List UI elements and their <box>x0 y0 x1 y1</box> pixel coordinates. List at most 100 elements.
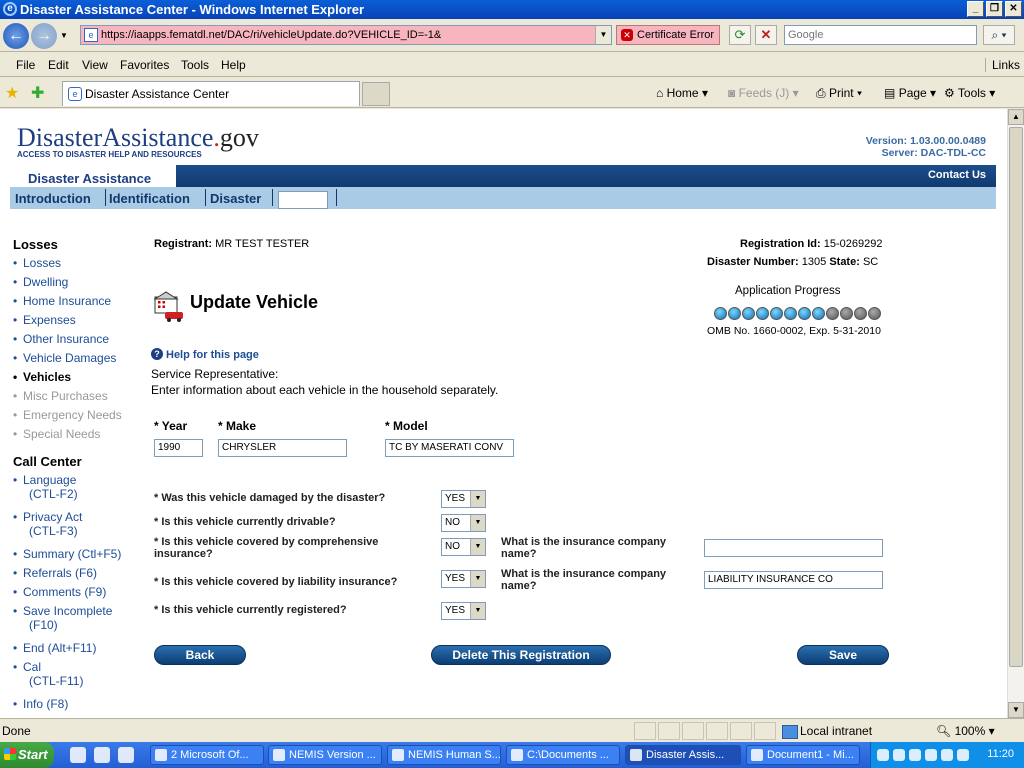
site-logo[interactable]: DisasterAssistance.gov <box>17 123 259 153</box>
menu-view[interactable]: View <box>82 58 108 72</box>
refresh-icon[interactable]: ⟳ <box>729 25 751 45</box>
add-favorite-icon[interactable]: ✚ <box>31 83 44 103</box>
feeds-button[interactable]: ◙ Feeds (J) ▾ <box>728 86 799 100</box>
comprehensive-select[interactable]: NO ▼ <box>441 538 486 556</box>
sidebar-item-losses[interactable]: Losses <box>13 256 143 275</box>
address-dropdown-icon[interactable]: ▼ <box>595 26 611 44</box>
menu-favorites[interactable]: Favorites <box>120 58 169 72</box>
tab-losses[interactable]: Losses <box>278 191 328 209</box>
tray-icon[interactable] <box>925 749 937 761</box>
search-input[interactable]: Google <box>784 25 977 45</box>
sidebar-item-other-insurance[interactable]: Other Insurance <box>13 332 143 351</box>
zoom-button[interactable]: 🔍︎ 100% ▾ <box>936 724 995 738</box>
history-dropdown-icon[interactable]: ▼ <box>60 31 68 40</box>
make-input[interactable]: CHRYSLER <box>218 439 347 457</box>
sidebar-item-expenses[interactable]: Expenses <box>13 313 143 332</box>
progress-label: Application Progress <box>735 285 841 297</box>
taskbar-item-documents[interactable]: C:\Documents ... <box>506 745 620 765</box>
scroll-up-icon[interactable]: ▲ <box>1008 109 1024 125</box>
tab-identification[interactable]: Identification <box>109 191 190 206</box>
new-tab-button[interactable] <box>362 82 390 106</box>
back-button[interactable]: Back <box>154 645 246 665</box>
close-icon[interactable]: ✕ <box>1005 1 1022 17</box>
search-icon[interactable]: ⌕ ▾ <box>983 25 1015 45</box>
save-button[interactable]: Save <box>797 645 889 665</box>
browser-tab[interactable]: e Disaster Assistance Center <box>62 81 360 106</box>
progress-dot <box>742 307 755 320</box>
tab-introduction[interactable]: Introduction <box>15 191 91 206</box>
home-button[interactable]: ⌂ Home ▾ <box>656 86 708 100</box>
menu-tools[interactable]: Tools <box>181 58 209 72</box>
taskbar-item-office[interactable]: 2 Microsoft Of... <box>150 745 264 765</box>
tab-separator <box>105 189 106 206</box>
model-input[interactable]: TC BY MASERATI CONV <box>385 439 514 457</box>
tray-icon[interactable] <box>877 749 889 761</box>
sidebar-item-vehicle-damages[interactable]: Vehicle Damages <box>13 351 143 370</box>
ie-quick-launch-icon[interactable] <box>94 747 110 763</box>
call-center-item-cal[interactable]: Cal(CTL-F11) <box>13 660 143 697</box>
delete-registration-button[interactable]: Delete This Registration <box>431 645 611 665</box>
sidebar-item-home-insurance[interactable]: Home Insurance <box>13 294 143 313</box>
stop-icon[interactable]: ✕ <box>755 25 777 45</box>
restore-icon[interactable]: ❐ <box>986 1 1003 17</box>
status-cell <box>634 722 656 740</box>
forward-arrow-icon[interactable]: → <box>31 23 57 49</box>
drivable-select[interactable]: NO ▼ <box>441 514 486 532</box>
page-menu-button[interactable]: ▤ Page ▾ <box>884 86 936 100</box>
insurance-name-input-1[interactable] <box>704 539 883 557</box>
call-center-item-end-alt-f11[interactable]: End (Alt+F11) <box>13 641 143 660</box>
liability-select[interactable]: YES ▼ <box>441 570 486 588</box>
help-icon[interactable]: ? <box>151 348 163 360</box>
app-icon <box>155 749 167 761</box>
tray-icon[interactable] <box>941 749 953 761</box>
registered-select[interactable]: YES ▼ <box>441 602 486 620</box>
insurance-name-label-1: What is the insurance company name? <box>501 536 667 560</box>
call-center-item-label: Privacy Act <box>23 510 83 524</box>
print-button[interactable]: ⎙ Print ▾ <box>816 86 862 101</box>
sidebar-item-dwelling[interactable]: Dwelling <box>13 275 143 294</box>
scroll-thumb[interactable] <box>1009 127 1023 667</box>
call-center-item-save-incomplete[interactable]: Save Incomplete(F10) <box>13 604 143 641</box>
outlook-quick-launch-icon[interactable] <box>118 747 134 763</box>
taskbar-item-document1[interactable]: Document1 - Mi... <box>746 745 860 765</box>
back-arrow-icon[interactable]: ← <box>3 23 29 49</box>
damaged-select[interactable]: YES ▼ <box>441 490 486 508</box>
question-comprehensive: * Is this vehicle covered by comprehensi… <box>154 536 379 560</box>
tray-icon[interactable] <box>957 749 969 761</box>
tab-disaster[interactable]: Disaster <box>210 191 261 206</box>
taskbar-item-nemis-version[interactable]: NEMIS Version ... <box>268 745 382 765</box>
vertical-scrollbar[interactable]: ▲ ▼ <box>1007 109 1024 718</box>
quick-launch-icon[interactable] <box>70 747 86 763</box>
scroll-down-icon[interactable]: ▼ <box>1008 702 1024 718</box>
window-title: Disaster Assistance Center - Windows Int… <box>20 2 364 17</box>
call-center-item-summary-ctl-f5[interactable]: Summary (Ctl+F5) <box>13 547 143 566</box>
window-title-bar[interactable]: e Disaster Assistance Center - Windows I… <box>0 0 1024 19</box>
call-center-item-info-f8[interactable]: Info (F8) <box>13 697 143 716</box>
start-button[interactable]: Start <box>0 742 54 768</box>
certificate-error-button[interactable]: ✕ Certificate Error <box>616 25 720 45</box>
status-bar: Done Local intranet 🔍︎ 100% ▾ <box>0 718 1024 742</box>
links-button[interactable]: Links <box>984 58 1020 72</box>
word-icon <box>751 749 763 761</box>
help-link[interactable]: Help for this page <box>166 349 259 361</box>
taskbar-item-disaster-assistance[interactable]: Disaster Assis... <box>625 745 741 765</box>
minimize-icon[interactable]: _ <box>967 1 984 17</box>
menu-file[interactable]: File <box>16 58 35 72</box>
taskbar-item-nemis-human[interactable]: NEMIS Human S... <box>387 745 501 765</box>
call-center-item-privacy-act[interactable]: Privacy Act(CTL-F3) <box>13 510 143 547</box>
year-input[interactable]: 1990 <box>154 439 203 457</box>
insurance-name-input-2[interactable]: LIABILITY INSURANCE CO <box>704 571 883 589</box>
menu-edit[interactable]: Edit <box>48 58 69 72</box>
favorites-star-icon[interactable]: ★ <box>5 83 19 103</box>
call-center-item-referrals-f6[interactable]: Referrals (F6) <box>13 566 143 585</box>
tools-menu-button[interactable]: ⚙ Tools ▾ <box>944 86 995 100</box>
tray-icon[interactable] <box>909 749 921 761</box>
call-center-item-label: Referrals (F6) <box>23 566 98 580</box>
call-center-item-comments-f9[interactable]: Comments (F9) <box>13 585 143 604</box>
tray-icon[interactable] <box>893 749 905 761</box>
address-input[interactable]: e https://iaapps.fematdl.net/DAC/ri/vehi… <box>80 25 612 45</box>
call-center-item-language[interactable]: Language(CTL-F2) <box>13 473 143 510</box>
progress-dot <box>714 307 727 320</box>
menu-help[interactable]: Help <box>221 58 246 72</box>
contact-us-link[interactable]: Contact Us <box>928 169 986 181</box>
